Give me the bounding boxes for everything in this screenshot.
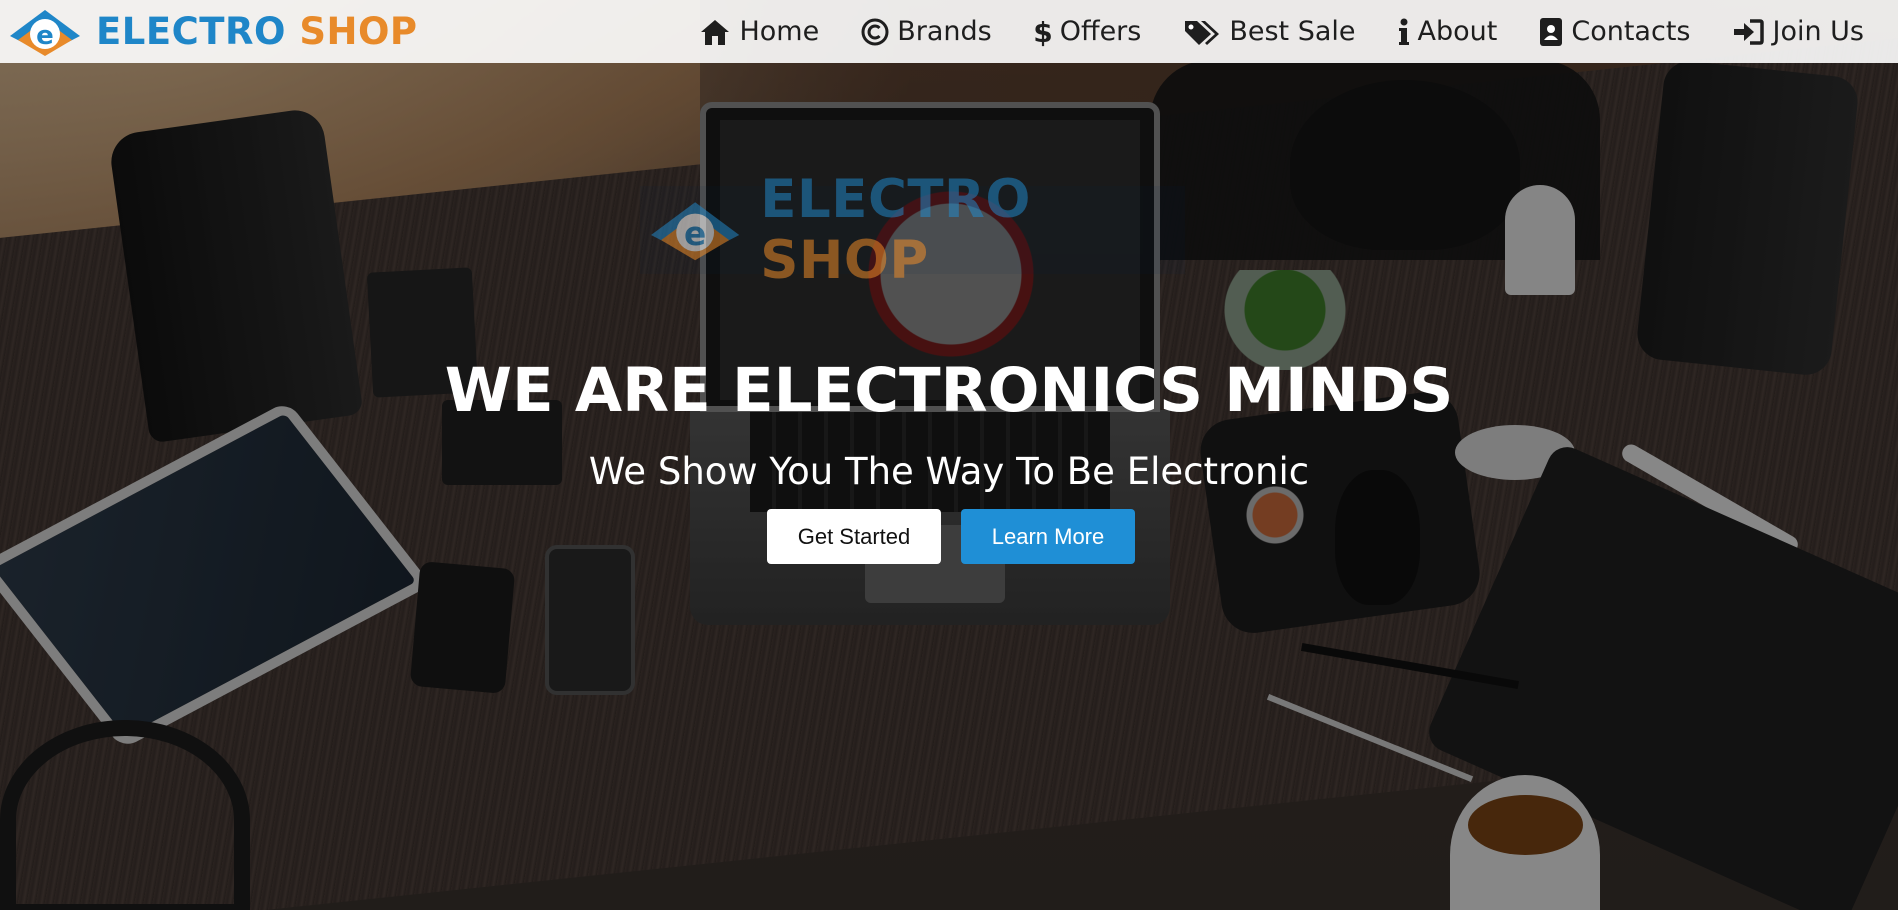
brand-logo-link[interactable]: e ELECTRO SHOP [6,6,418,58]
hero-logo-icon: e [651,202,740,261]
svg-text:e: e [684,215,706,253]
nav-about-label: About [1417,16,1498,47]
hero-logo-text: ELECTRO SHOP [760,169,1031,291]
nav-join-us[interactable]: Join Us [1732,16,1864,48]
dollar-icon: $ [1034,16,1052,48]
main-nav: Home Brands $ Offers Best Sale About Con… [699,16,1864,48]
hero-subline: We Show You The Way To Be Electronic [588,450,1310,493]
nav-about[interactable]: About [1398,16,1498,48]
hero-cta-group: Get Started Learn More [0,509,1898,564]
hero-brand-logo: e ELECTRO SHOP [640,169,1185,291]
contact-card-icon [1539,16,1563,48]
brand-logo-icon: e [10,9,80,56]
nav-best-sale[interactable]: Best Sale [1183,16,1356,48]
svg-text:$: $ [1034,17,1052,47]
top-navbar: e ELECTRO SHOP Home Brands $ Offers Best… [0,0,1898,63]
nav-offers-label: Offers [1059,16,1142,47]
home-icon [699,16,731,48]
brand-name: ELECTRO SHOP [96,10,418,53]
copyright-icon [861,16,889,48]
nav-brands-label: Brands [897,16,992,47]
nav-best-sale-label: Best Sale [1229,16,1356,47]
nav-contacts[interactable]: Contacts [1539,16,1690,48]
nav-brands[interactable]: Brands [861,16,992,48]
nav-offers[interactable]: $ Offers [1034,16,1142,48]
info-icon [1398,16,1410,48]
svg-text:e: e [36,21,54,51]
nav-join-us-label: Join Us [1772,16,1864,47]
nav-home[interactable]: Home [699,16,819,48]
sign-in-icon [1732,16,1765,48]
tags-icon [1183,16,1221,48]
get-started-button[interactable]: Get Started [767,509,941,564]
learn-more-button[interactable]: Learn More [961,509,1135,564]
nav-home-label: Home [739,16,820,47]
hero-headline: WE ARE ELECTRONICS MINDS [444,355,1454,426]
nav-contacts-label: Contacts [1571,16,1691,47]
